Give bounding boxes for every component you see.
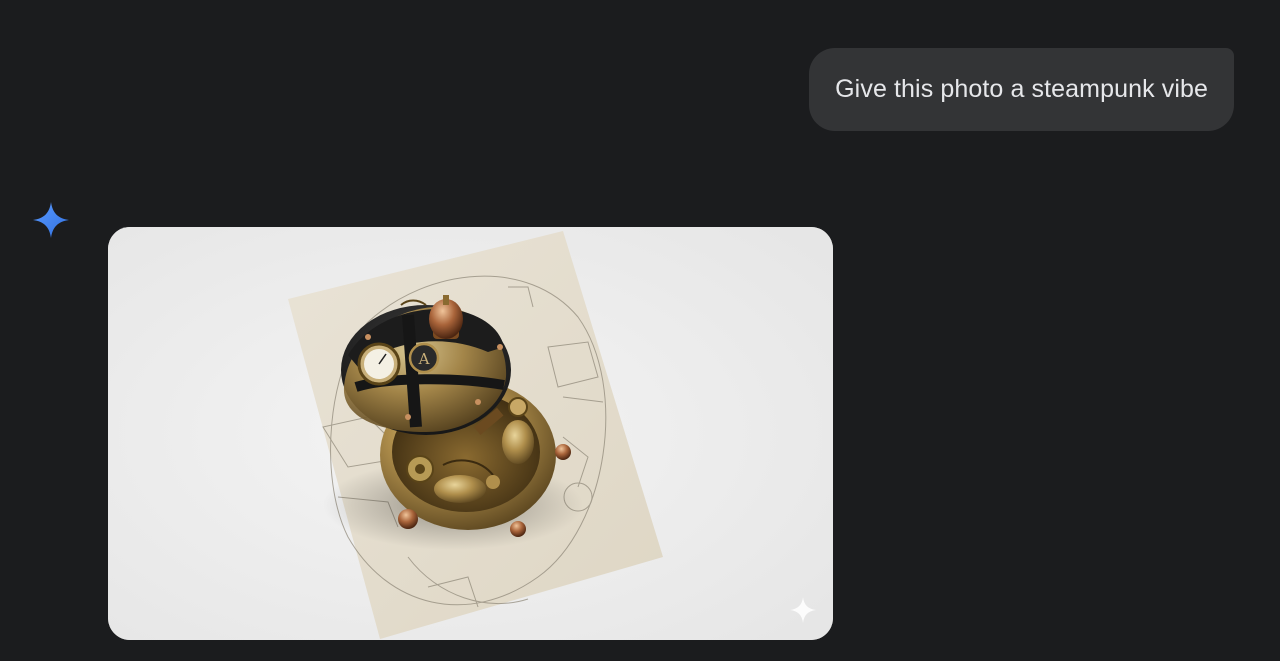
svg-text:A: A	[418, 350, 430, 368]
chat-page: Give this photo a steampunk vibe A	[0, 0, 1280, 661]
user-message-text: Give this photo a steampunk vibe	[835, 75, 1208, 103]
gemini-sparkle-icon	[32, 201, 70, 239]
generated-image[interactable]: A	[108, 227, 833, 640]
user-message-bubble[interactable]: Give this photo a steampunk vibe	[809, 48, 1234, 131]
